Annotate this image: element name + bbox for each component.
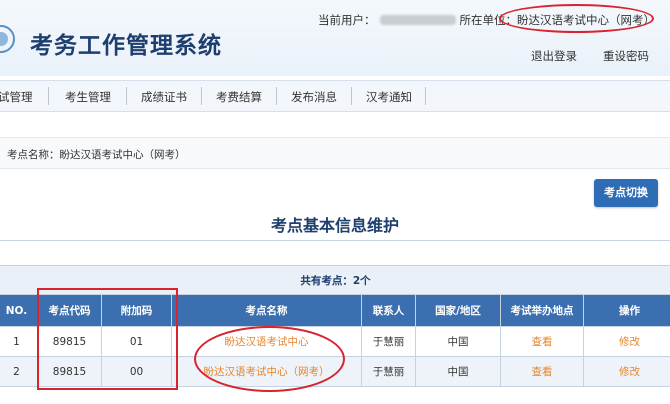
nav-divider <box>48 87 49 105</box>
title-divider <box>0 240 670 241</box>
nav-score-certificate[interactable]: 成绩证书 <box>141 89 187 105</box>
view-venue-link[interactable]: 查看 <box>532 366 553 378</box>
edit-link[interactable]: 修改 <box>619 336 640 348</box>
nav-divider <box>201 87 202 105</box>
col-header-name: 考点名称 <box>171 294 362 327</box>
current-user-name-redacted <box>379 15 456 25</box>
app-title: 考务工作管理系统 <box>30 33 222 59</box>
nav-divider <box>276 87 277 105</box>
page-title: 考点基本信息维护 <box>270 216 399 235</box>
nav-hsk-notice[interactable]: 汉考通知 <box>366 89 412 105</box>
org-highlight-annotation <box>499 4 654 33</box>
reset-password-link[interactable]: 重设密码 <box>603 48 649 64</box>
breadcrumb: 考点名称：盼达汉语考试中心（网考） <box>7 149 186 161</box>
col-header-action: 操作 <box>582 294 670 327</box>
nav-divider <box>126 87 127 105</box>
col-header-venue: 考试举办地点 <box>500 294 584 327</box>
row-country: 中国 <box>415 356 501 387</box>
logo-icon <box>0 25 15 53</box>
nav-divider <box>425 87 426 105</box>
col-header-contact: 联系人 <box>361 294 416 327</box>
current-user-label: 当前用户： <box>318 13 376 27</box>
switch-test-center-button[interactable]: 考点切换 <box>594 179 658 207</box>
nav-fee-settlement[interactable]: 考费结算 <box>216 89 262 105</box>
nav-exam-management[interactable]: 试管理 <box>0 89 33 105</box>
edit-link[interactable]: 修改 <box>619 366 640 378</box>
main-nav: 试管理 考生管理 成绩证书 考费结算 发布消息 汉考通知 <box>0 80 670 112</box>
logout-link[interactable]: 退出登录 <box>531 48 577 64</box>
row-no: 2 <box>0 356 38 387</box>
breadcrumb-bar: 考点名称：盼达汉语考试中心（网考） <box>0 137 670 169</box>
name-column-annotation <box>194 326 345 392</box>
row-no: 1 <box>0 326 38 357</box>
app-header: 考务工作管理系统 当前用户： 所在单位：盼达汉语考试中心（网考） 退出登录 重设密… <box>0 0 670 76</box>
row-country: 中国 <box>415 326 501 357</box>
col-header-country: 国家/地区 <box>415 294 501 327</box>
col-header-no: NO. <box>0 294 38 327</box>
nav-divider <box>351 87 352 105</box>
code-columns-annotation <box>37 288 178 390</box>
nav-publish-message[interactable]: 发布消息 <box>291 89 337 105</box>
row-contact: 于慧丽 <box>361 326 416 357</box>
nav-candidate-management[interactable]: 考生管理 <box>65 89 111 105</box>
view-venue-link[interactable]: 查看 <box>532 336 553 348</box>
row-contact: 于慧丽 <box>361 356 416 387</box>
